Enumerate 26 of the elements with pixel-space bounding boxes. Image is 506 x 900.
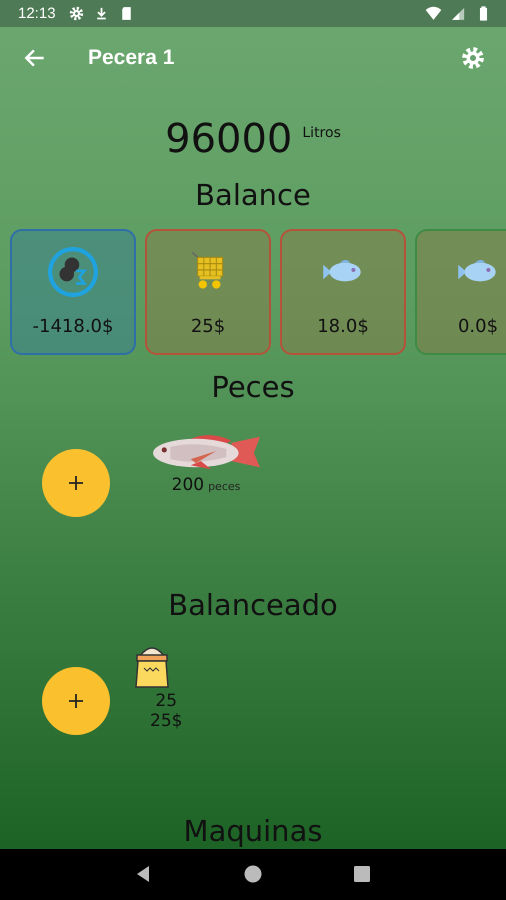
item-quantity: 25 <box>155 690 178 711</box>
item-quantity: 25$ <box>150 710 182 731</box>
volume-value: 96000 <box>165 114 292 163</box>
balance-amount: 25$ <box>190 316 226 338</box>
balance-amount: -1418.0$ <box>32 316 114 338</box>
item-unit: peces <box>208 480 240 493</box>
section-title: Balance <box>195 176 311 213</box>
balance-card[interactable]: -1418.0$ <box>10 228 136 355</box>
balance-card[interactable]: 18.0$ <box>280 228 406 355</box>
home-nav-icon[interactable] <box>242 864 263 884</box>
wifi-icon <box>425 4 442 22</box>
settings-icon <box>68 4 85 22</box>
balance-card[interactable]: 25$ <box>145 228 271 355</box>
volume-unit: Litros <box>302 124 341 141</box>
status-time: 12:13 <box>18 4 56 22</box>
item-quantity: 200 <box>172 474 204 495</box>
settings-icon[interactable] <box>460 44 486 71</box>
balance-card[interactable]: 0.0$ <box>415 228 506 355</box>
section-title: Maquinas <box>184 812 322 849</box>
section-title: Peces <box>211 368 295 405</box>
recents-nav-icon[interactable] <box>352 864 372 884</box>
balance-amount: 0.0$ <box>458 316 498 338</box>
page-title: Pecera 1 <box>88 46 174 70</box>
coins-sum-icon <box>47 246 99 298</box>
section-title: Balanceado <box>168 586 338 623</box>
balance-amount: 18.0$ <box>317 316 369 338</box>
